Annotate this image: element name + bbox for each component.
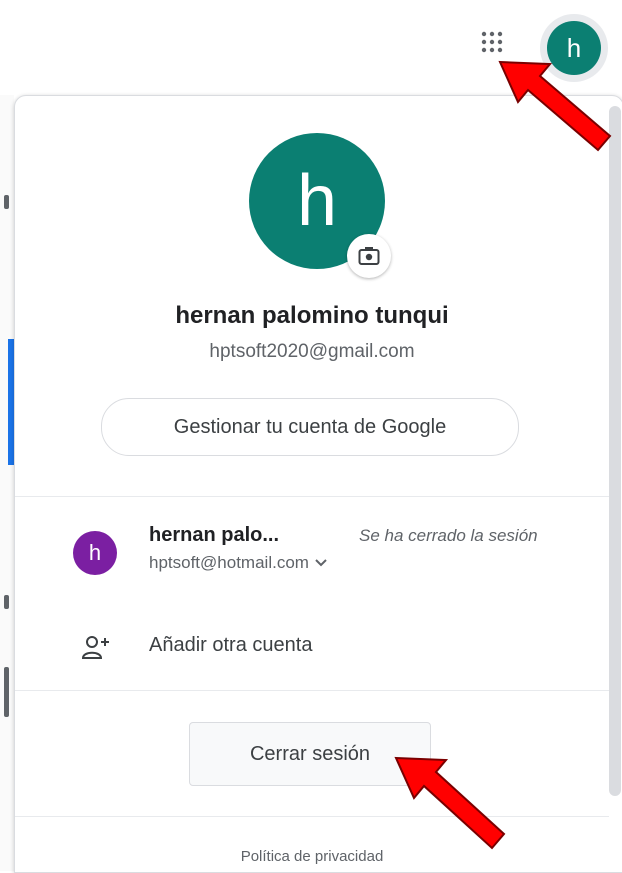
privacy-policy-link[interactable]: Política de privacidad: [15, 848, 609, 865]
annotation-arrow-icon: [394, 756, 506, 850]
camera-icon[interactable]: [347, 234, 391, 278]
divider: [15, 816, 609, 817]
divider: [15, 690, 609, 691]
add-account-label: Añadir otra cuenta: [149, 634, 313, 656]
background-fragment: [4, 595, 9, 609]
background-page-edge: [0, 95, 14, 871]
background-fragment: [4, 667, 9, 717]
background-fragment: [4, 195, 9, 209]
other-account-name: hernan palo...: [149, 524, 280, 546]
annotation-arrow-icon: [498, 60, 612, 152]
manage-account-button[interactable]: Gestionar tu cuenta de Google: [101, 398, 519, 456]
chevron-down-icon[interactable]: [315, 553, 327, 573]
signed-out-status: Se ha cerrado la sesión: [359, 526, 538, 545]
other-account-email-row: hptsoft@hotmail.com: [149, 553, 327, 573]
other-account-avatar: h: [73, 531, 117, 575]
other-account-email: hptsoft@hotmail.com: [149, 553, 309, 572]
scrollbar[interactable]: [609, 106, 621, 796]
account-panel: h hernan palomino tunqui hptsoft2020@gma…: [14, 95, 622, 873]
account-email: hptsoft2020@gmail.com: [209, 341, 415, 362]
add-person-icon: [81, 634, 111, 660]
account-name: hernan palomino tunqui: [175, 302, 449, 329]
apps-grid-icon[interactable]: [474, 24, 510, 60]
divider: [15, 496, 609, 497]
